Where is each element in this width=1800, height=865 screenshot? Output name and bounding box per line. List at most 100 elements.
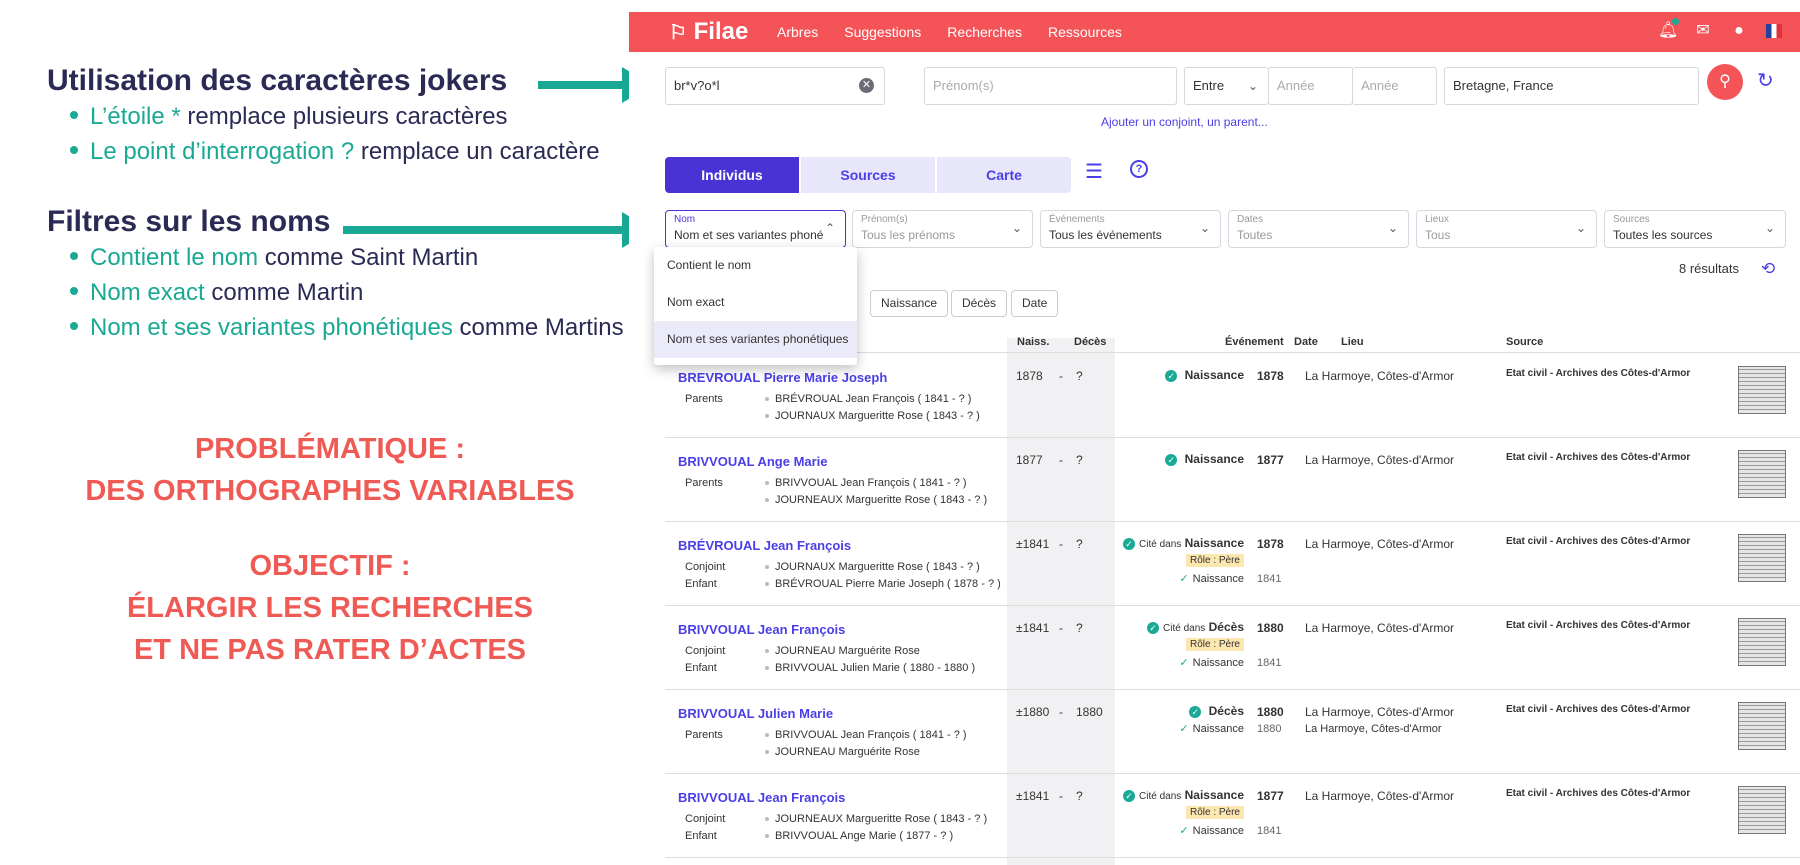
refresh-icon[interactable]: ↻	[1757, 68, 1774, 93]
relation-label: Enfant	[685, 662, 717, 674]
sort-naissance[interactable]: Naissance	[870, 290, 949, 317]
relation-value[interactable]: JOURNEAUX Margueritte Rose ( 1843 - ? )	[765, 813, 987, 825]
event-secondary: ✓ Naissance	[1179, 825, 1244, 837]
table-row[interactable]: BRIVVOUAL Jean François Conjoint JOURNEAUX…	[665, 774, 1800, 858]
option-phonetique[interactable]: Nom et ses variantes phonétiques	[654, 321, 857, 358]
name-search-input[interactable]: br*v?o*l ✕	[665, 67, 885, 105]
table-row[interactable]: BRIVVOUAL Julien Marie Parents BRIVVOUAL J…	[665, 690, 1800, 774]
event-date: 1877	[1257, 453, 1284, 467]
person-name-link[interactable]: BRIVVOUAL Jean François	[678, 790, 845, 805]
col-deces[interactable]: Décès	[1074, 336, 1106, 348]
filter-nom[interactable]: Nom Nom et ses variantes phoné... ⌃	[665, 210, 846, 248]
firstname-input[interactable]: Prénom(s)	[924, 67, 1177, 105]
sort-deces[interactable]: Décès	[951, 290, 1008, 317]
relation-value[interactable]: JOURNAUX Margueritte Rose ( 1843 - ? )	[765, 561, 980, 573]
person-name-link[interactable]: BRIVVOUAL Julien Marie	[678, 706, 833, 721]
add-relative-link[interactable]: Ajouter un conjoint, un parent...	[1101, 115, 1268, 129]
arrow-to-filter	[343, 212, 652, 248]
event-secondary: ✓ Naissance	[1179, 723, 1244, 735]
event-place: La Harmoye, Côtes-d'Armor	[1305, 369, 1455, 383]
filter-lieux[interactable]: Lieux Tous ⌄	[1416, 210, 1597, 248]
col-evenement[interactable]: Événement	[1225, 336, 1284, 348]
document-thumbnail[interactable]	[1738, 534, 1786, 582]
person-name-link[interactable]: BRIVVOUAL Jean François	[678, 622, 845, 637]
filter-settings-icon[interactable]: ☰	[1085, 159, 1103, 184]
date-separator: -	[1059, 705, 1063, 719]
event-secondary: ✓ Naissance	[1179, 573, 1244, 585]
col-date[interactable]: Date	[1294, 336, 1318, 348]
table-row[interactable]: BRIVVOUAL Jean François Conjoint JOURNEAU …	[665, 606, 1800, 690]
document-thumbnail[interactable]	[1738, 450, 1786, 498]
document-thumbnail[interactable]	[1738, 786, 1786, 834]
relation-value[interactable]: BRIVVOUAL Julien Marie ( 1880 - 1880 )	[765, 662, 975, 674]
relation-value[interactable]: BRÉVROUAL Jean François ( 1841 - ? )	[765, 393, 971, 405]
death-year: ?	[1076, 453, 1083, 467]
document-thumbnail[interactable]	[1738, 366, 1786, 414]
relation-value[interactable]: JOURNAUX Margueritte Rose ( 1843 - ? )	[765, 410, 980, 422]
document-thumbnail[interactable]	[1738, 702, 1786, 750]
year-to-input[interactable]: Année	[1352, 67, 1437, 105]
secondary-place: La Harmoye, Côtes-d'Armor	[1305, 723, 1442, 735]
year-from-input[interactable]: Année	[1268, 67, 1353, 105]
french-flag-icon[interactable]	[1766, 24, 1782, 38]
relation-value[interactable]: JOURNEAU Marguérite Rose	[765, 746, 920, 758]
source-label[interactable]: Etat civil - Archives des Côtes-d'Armor	[1506, 788, 1690, 799]
nav-ressources[interactable]: Ressources	[1048, 24, 1122, 40]
option-exact[interactable]: Nom exact	[654, 284, 857, 321]
tab-individus[interactable]: Individus	[665, 157, 799, 193]
nav-arbres[interactable]: Arbres	[777, 24, 818, 40]
search-button[interactable]: ⚲	[1707, 64, 1743, 100]
chevron-up-icon: ⌃	[824, 221, 835, 235]
source-label[interactable]: Etat civil - Archives des Côtes-d'Armor	[1506, 620, 1690, 631]
place-input[interactable]: Bretagne, France	[1444, 67, 1699, 105]
person-name-link[interactable]: BRÉVROUAL Jean François	[678, 538, 851, 553]
relation-value[interactable]: BRIVVOUAL Jean François ( 1841 - ? )	[765, 729, 967, 741]
filter-prenom[interactable]: Prénom(s) Tous les prénoms ⌄	[852, 210, 1033, 248]
check-circle-icon: ✓	[1123, 789, 1136, 802]
person-name-link[interactable]: BREVROUAL Pierre Marie Joseph	[678, 370, 887, 385]
table-row[interactable]: BREVROUAL Pierre Marie Joseph Parents BRÉV…	[665, 354, 1800, 438]
user-icon[interactable]: ●	[1730, 22, 1748, 40]
relation-value[interactable]: JOURNEAUX Margueritte Rose ( 1843 - ? )	[765, 494, 987, 506]
nav-recherches[interactable]: Recherches	[947, 24, 1022, 40]
date-mode-select[interactable]: Entre ⌄	[1184, 67, 1269, 105]
source-label[interactable]: Etat civil - Archives des Côtes-d'Armor	[1506, 368, 1690, 379]
arrow-to-search	[538, 67, 652, 103]
relation-value[interactable]: BRIVVOUAL Ange Marie ( 1877 - ? )	[765, 830, 953, 842]
source-label[interactable]: Etat civil - Archives des Côtes-d'Armor	[1506, 452, 1690, 463]
tab-sources[interactable]: Sources	[801, 157, 935, 193]
heading-name-filters: Filtres sur les noms	[47, 205, 331, 238]
filae-logo[interactable]: ⚐ Filae	[669, 18, 748, 46]
option-contient[interactable]: Contient le nom	[654, 247, 857, 284]
sort-date[interactable]: Date	[1011, 290, 1059, 317]
bell-icon[interactable]: 🔔︎	[1658, 16, 1681, 40]
help-icon[interactable]: ?	[1130, 160, 1148, 178]
relation-value[interactable]: BRÉVROUAL Pierre Marie Joseph ( 1878 - ?…	[765, 578, 1001, 590]
clear-icon[interactable]: ✕	[859, 78, 874, 93]
mail-icon[interactable]: ✉	[1694, 22, 1712, 40]
person-name-link[interactable]: BRIVVOUAL Ange Marie	[678, 454, 828, 469]
relation-label: Conjoint	[685, 645, 726, 657]
nav-suggestions[interactable]: Suggestions	[844, 24, 921, 40]
date-separator: -	[1059, 789, 1063, 803]
event-secondary: ✓ Naissance	[1179, 657, 1244, 669]
filter-evenements[interactable]: Événements Tous les événements ⌄	[1040, 210, 1221, 248]
filter-sources[interactable]: Sources Toutes les sources ⌄	[1604, 210, 1786, 248]
table-row[interactable]: BRÉVROUAL Jean François Conjoint JOURNAUX …	[665, 522, 1800, 606]
history-icon[interactable]: ⟲	[1761, 259, 1775, 279]
relation-label: Parents	[685, 729, 723, 741]
col-naiss[interactable]: Naiss.	[1017, 336, 1049, 348]
source-label[interactable]: Etat civil - Archives des Côtes-d'Armor	[1506, 536, 1690, 547]
checkmark-icon: ✓	[1179, 657, 1189, 669]
relation-value[interactable]: JOURNEAU Marguérite Rose	[765, 645, 920, 657]
table-row[interactable]: BRIVVOUAL Ange Marie Parents BRIVVOUAL Jea…	[665, 438, 1800, 522]
check-circle-icon: ✓	[1165, 369, 1178, 382]
col-lieu[interactable]: Lieu	[1341, 336, 1364, 348]
source-label[interactable]: Etat civil - Archives des Côtes-d'Armor	[1506, 704, 1690, 715]
filter-dates[interactable]: Dates Toutes ⌄	[1228, 210, 1409, 248]
col-source[interactable]: Source	[1506, 336, 1543, 348]
document-thumbnail[interactable]	[1738, 618, 1786, 666]
relation-value[interactable]: BRIVVOUAL Jean François ( 1841 - ? )	[765, 477, 967, 489]
relation-label: Conjoint	[685, 561, 726, 573]
tab-carte[interactable]: Carte	[937, 157, 1071, 193]
